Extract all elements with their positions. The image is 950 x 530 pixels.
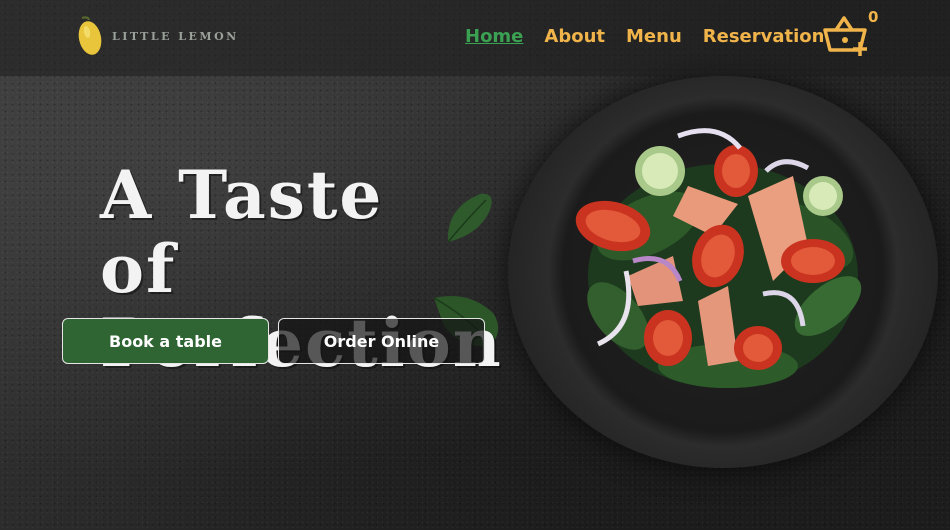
nav-about-link[interactable]: About bbox=[544, 26, 605, 47]
nav-home-link[interactable]: Home bbox=[465, 26, 523, 47]
cart-count: 0 bbox=[868, 8, 879, 26]
nav-menu-link[interactable]: Menu bbox=[626, 26, 682, 47]
site-header: LITTLE LEMON Home About Menu Reservation… bbox=[0, 0, 950, 76]
order-online-button[interactable]: Order Online bbox=[278, 318, 485, 364]
main-nav: Home About Menu Reservation bbox=[465, 26, 824, 47]
book-table-button[interactable]: Book a table bbox=[62, 318, 269, 364]
logo[interactable]: LITTLE LEMON bbox=[76, 14, 239, 58]
nav-reservation-link[interactable]: Reservation bbox=[703, 26, 825, 47]
logo-text: LITTLE LEMON bbox=[112, 29, 239, 43]
salad-illustration bbox=[575, 128, 862, 388]
lemon-icon bbox=[78, 16, 102, 55]
hero-title-line-1: A Taste of bbox=[100, 156, 384, 308]
basket-add-icon[interactable] bbox=[822, 12, 870, 58]
